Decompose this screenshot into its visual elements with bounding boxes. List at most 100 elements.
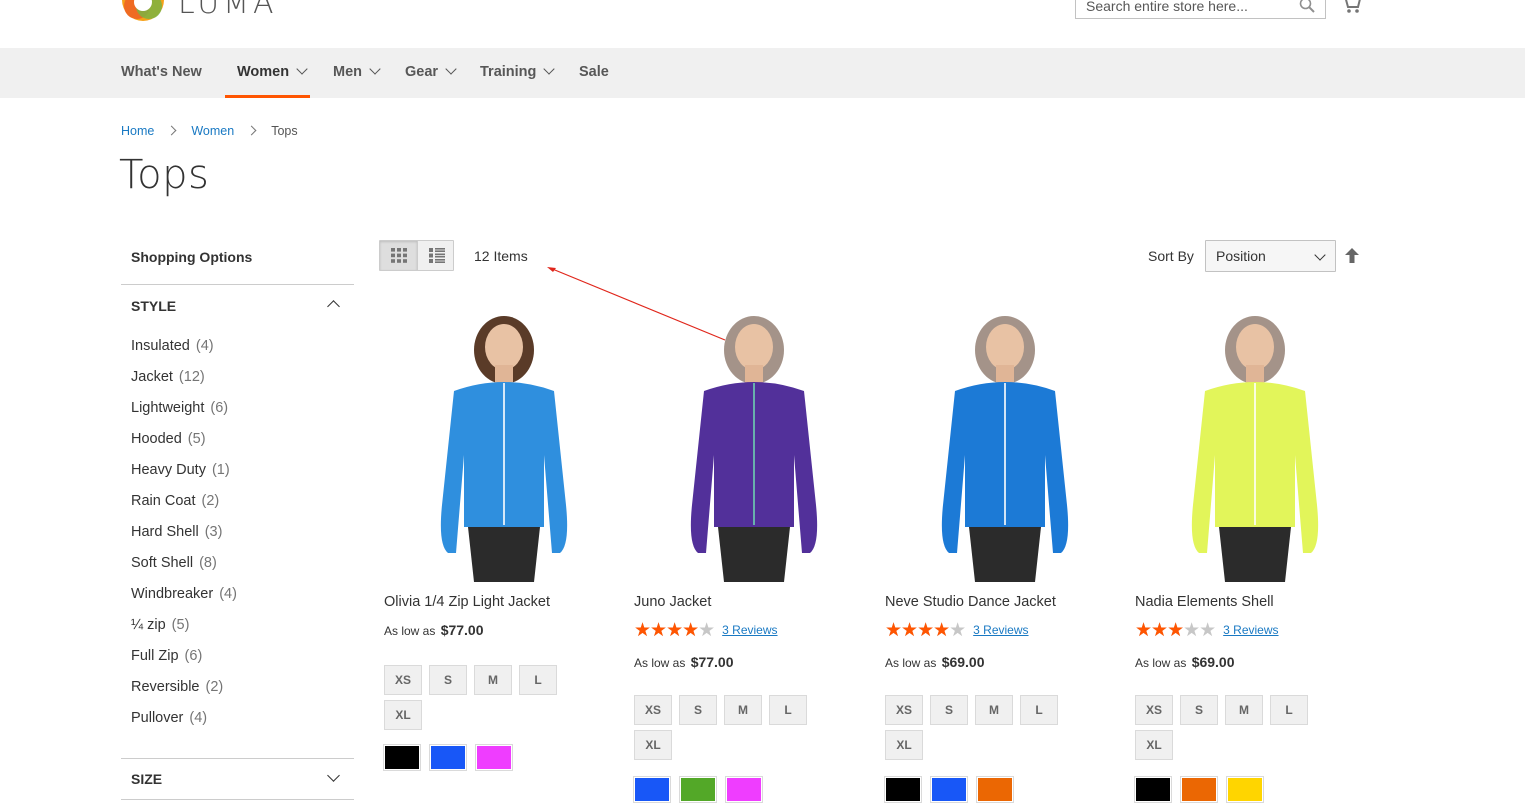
size-option[interactable]: XS (384, 665, 422, 695)
product-image[interactable] (1135, 305, 1375, 582)
size-option[interactable]: XS (885, 695, 923, 725)
filter-option-label: Pullover (131, 710, 184, 726)
reviews-link[interactable]: 3 Reviews (1223, 623, 1278, 637)
nav-item-sale[interactable]: Sale (579, 48, 609, 98)
luma-logo-icon[interactable] (121, 0, 165, 22)
nav-item-women[interactable]: Women (225, 48, 310, 98)
size-option[interactable]: S (429, 665, 467, 695)
filter-option[interactable]: Insulated (4) (131, 338, 237, 369)
breadcrumb-separator-icon (166, 125, 177, 136)
filter-size-title: SIZE (131, 771, 163, 787)
price-value: $69.00 (941, 654, 985, 670)
color-option[interactable] (1134, 776, 1172, 803)
filter-option-count: (4) (189, 710, 208, 726)
search-input[interactable] (1076, 0, 1286, 18)
filter-option[interactable]: Soft Shell (8) (131, 555, 237, 586)
color-option[interactable] (475, 744, 513, 771)
filter-option[interactable]: Reversible (2) (131, 679, 237, 710)
product-name-link[interactable]: Juno Jacket (634, 594, 711, 610)
breadcrumb-home-link[interactable]: Home (121, 124, 154, 138)
nav-item-men[interactable]: Men (333, 48, 381, 98)
page-title: Tops (119, 152, 210, 198)
filter-option[interactable]: Hooded (5) (131, 431, 237, 462)
filter-option[interactable]: Rain Coat (2) (131, 493, 237, 524)
color-option[interactable] (1180, 776, 1218, 803)
filter-size[interactable]: SIZE (121, 758, 354, 800)
color-option[interactable] (429, 744, 467, 771)
nav-item-whats-new[interactable]: What's New (121, 48, 202, 98)
breadcrumb-women-link[interactable]: Women (191, 124, 234, 138)
size-option[interactable]: M (724, 695, 762, 725)
size-option[interactable]: S (679, 695, 717, 725)
grid-view-button[interactable] (380, 241, 417, 270)
filter-option-label: Rain Coat (131, 493, 196, 509)
cart-icon[interactable] (1340, 0, 1362, 14)
price-value: $69.00 (1191, 654, 1235, 670)
size-option[interactable]: XL (384, 700, 422, 730)
filter-option[interactable]: Heavy Duty (1) (131, 462, 237, 493)
chevron-down-icon[interactable] (327, 769, 340, 782)
search-icon[interactable] (1299, 0, 1315, 13)
product-image[interactable] (384, 305, 624, 582)
product-price: As low as $69.00 (1135, 654, 1235, 670)
price-prefix: As low as (384, 624, 439, 638)
size-option[interactable]: S (1180, 695, 1218, 725)
product-name-link[interactable]: Olivia 1/4 Zip Light Jacket (384, 594, 550, 610)
filter-option[interactable]: ¼ zip (5) (131, 617, 237, 648)
reviews-link[interactable]: 3 Reviews (722, 623, 777, 637)
product-price: As low as $69.00 (885, 654, 985, 670)
color-option[interactable] (884, 776, 922, 803)
filter-option[interactable]: Lightweight (6) (131, 400, 237, 431)
color-option[interactable] (383, 744, 421, 771)
size-option[interactable]: L (1020, 695, 1058, 725)
size-swatches: XS S M L XL (634, 695, 834, 765)
filter-option[interactable]: Pullover (4) (131, 710, 237, 741)
nav-item-gear[interactable]: Gear (405, 48, 457, 98)
product-image[interactable] (634, 305, 874, 582)
size-option[interactable]: XL (1135, 730, 1173, 760)
size-option[interactable]: L (519, 665, 557, 695)
color-swatches (383, 744, 522, 771)
size-option[interactable]: M (474, 665, 512, 695)
color-option[interactable] (725, 776, 763, 803)
size-option[interactable]: XS (634, 695, 672, 725)
filter-option-label: Full Zip (131, 648, 179, 664)
size-option[interactable]: M (975, 695, 1013, 725)
filter-style-title[interactable]: STYLE (131, 298, 176, 314)
reviews-link[interactable]: 3 Reviews (973, 623, 1028, 637)
sort-direction-arrow-icon[interactable] (1345, 248, 1359, 263)
rating-stars-fill: ★★★★★ (634, 622, 699, 640)
color-option[interactable] (976, 776, 1014, 803)
product-image[interactable] (885, 305, 1125, 582)
size-option[interactable]: M (1225, 695, 1263, 725)
size-option[interactable]: L (769, 695, 807, 725)
grid-icon (391, 248, 407, 263)
size-option[interactable]: XL (885, 730, 923, 760)
list-view-button[interactable] (417, 241, 454, 270)
product-rating: ★★★★★★★★★★ 3 Reviews (634, 621, 778, 640)
filter-option[interactable]: Jacket (12) (131, 369, 237, 400)
product-name-link[interactable]: Nadia Elements Shell (1135, 594, 1274, 610)
sort-by-select[interactable]: Position (1205, 240, 1336, 272)
color-option[interactable] (679, 776, 717, 803)
size-option[interactable]: L (1270, 695, 1308, 725)
product-rating: ★★★★★★★★★★ 3 Reviews (1135, 621, 1279, 640)
filter-option[interactable]: Hard Shell (3) (131, 524, 237, 555)
nav-item-training[interactable]: Training (480, 48, 556, 98)
color-option[interactable] (633, 776, 671, 803)
sort-by-label: Sort By (1148, 248, 1194, 264)
size-option[interactable]: S (930, 695, 968, 725)
chevron-up-icon[interactable] (327, 300, 340, 313)
nav-item-label: Gear (405, 64, 439, 80)
filter-option-label: Hooded (131, 431, 182, 447)
color-option[interactable] (930, 776, 968, 803)
color-option[interactable] (1226, 776, 1264, 803)
size-option[interactable]: XS (1135, 695, 1173, 725)
filter-option-count: (12) (178, 369, 205, 385)
rating-stars-fill: ★★★★★ (1135, 622, 1184, 640)
filter-option[interactable]: Windbreaker (4) (131, 586, 237, 617)
product-name-link[interactable]: Neve Studio Dance Jacket (885, 594, 1056, 610)
filter-option[interactable]: Full Zip (6) (131, 648, 237, 679)
size-option[interactable]: XL (634, 730, 672, 760)
chevron-down-icon (296, 63, 308, 75)
